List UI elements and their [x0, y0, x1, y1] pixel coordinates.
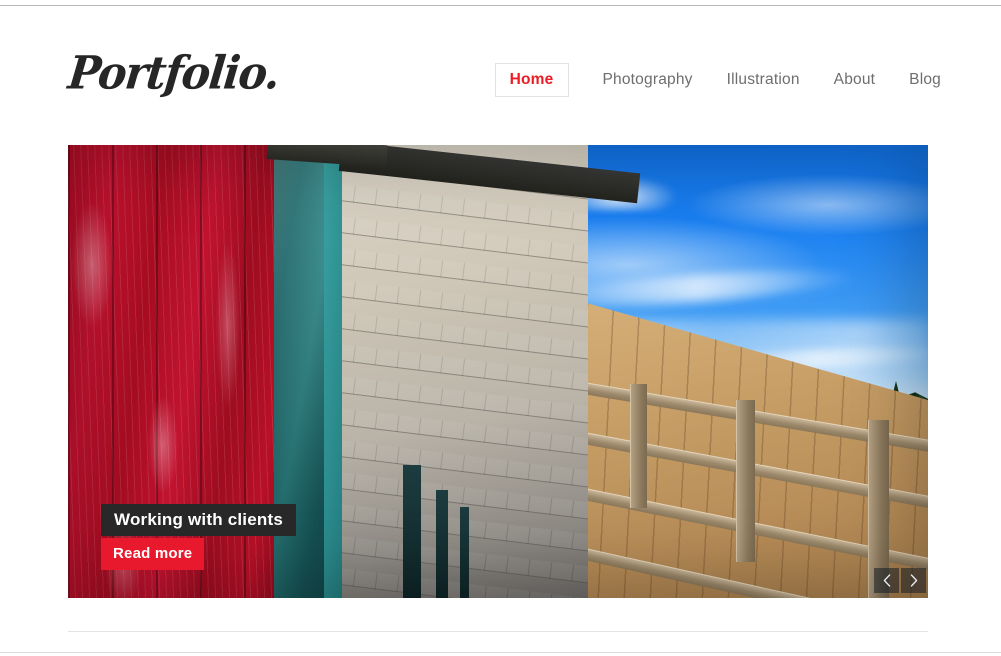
slider-prev-button[interactable]	[874, 568, 899, 593]
doorway-shadow-1	[403, 465, 421, 598]
nav-item-illustration[interactable]: Illustration	[727, 63, 800, 97]
site-header: Portfolio. Home Photography Illustration…	[0, 6, 1001, 138]
main-navigation: Home Photography Illustration About Blog	[494, 63, 941, 97]
slide-caption-title: Working with clients	[101, 504, 296, 536]
chevron-right-icon	[910, 574, 918, 587]
page-bottom-border	[0, 652, 1001, 653]
teal-door-trim-inner	[324, 145, 344, 598]
read-more-button[interactable]: Read more	[101, 538, 205, 570]
page-root: Portfolio. Home Photography Illustration…	[0, 0, 1001, 656]
nav-item-about[interactable]: About	[834, 63, 876, 97]
slider-controls	[874, 568, 926, 593]
doorway-shadow-3	[460, 507, 469, 598]
doorway-shadow-2	[436, 490, 448, 598]
nav-item-blog[interactable]: Blog	[909, 63, 941, 97]
nav-item-home[interactable]: Home	[494, 63, 569, 97]
hero-slider[interactable]: Working with clients Read more	[68, 145, 928, 598]
site-logo[interactable]: Portfolio.	[66, 47, 282, 100]
nav-item-photography[interactable]: Photography	[603, 63, 693, 97]
slider-next-button[interactable]	[901, 568, 926, 593]
content-divider	[68, 631, 928, 632]
chevron-left-icon	[883, 574, 891, 587]
